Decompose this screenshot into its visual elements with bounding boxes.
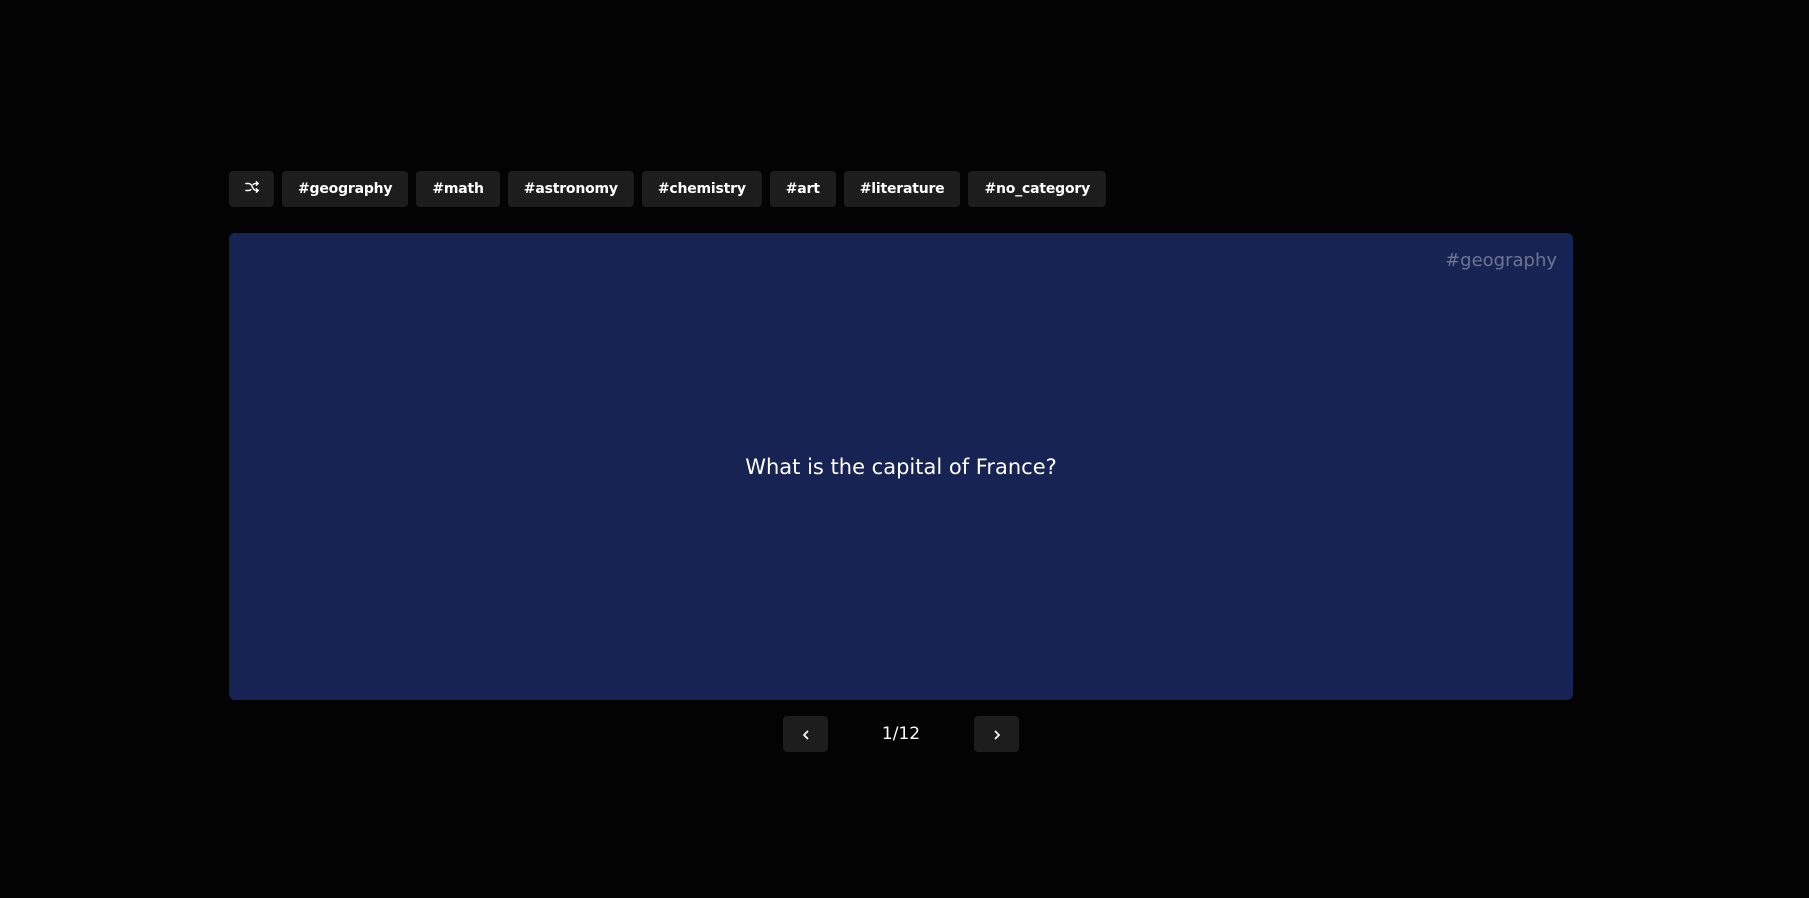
tag-geography[interactable]: #geography xyxy=(282,171,409,207)
pagination: 1/12 xyxy=(229,716,1573,752)
tag-chemistry[interactable]: #chemistry xyxy=(641,171,762,207)
flashcard-app: #geography #math #astronomy #chemistry #… xyxy=(229,171,1573,752)
shuffle-button[interactable] xyxy=(229,171,274,207)
next-button[interactable] xyxy=(974,716,1019,752)
tag-no-category[interactable]: #no_category xyxy=(968,171,1107,207)
shuffle-icon xyxy=(244,180,259,198)
category-toolbar: #geography #math #astronomy #chemistry #… xyxy=(229,171,1573,207)
chevron-left-icon xyxy=(801,725,811,744)
previous-button[interactable] xyxy=(783,716,828,752)
tag-math[interactable]: #math xyxy=(416,171,500,207)
card-category-label: #geography xyxy=(1445,250,1557,271)
tag-literature[interactable]: #literature xyxy=(843,171,961,207)
tag-astronomy[interactable]: #astronomy xyxy=(507,171,634,207)
flashcard[interactable]: #geography What is the capital of France… xyxy=(229,233,1573,700)
card-question: What is the capital of France? xyxy=(745,454,1057,479)
chevron-right-icon xyxy=(992,725,1002,744)
card-counter: 1/12 xyxy=(881,724,921,744)
tag-art[interactable]: #art xyxy=(769,171,836,207)
